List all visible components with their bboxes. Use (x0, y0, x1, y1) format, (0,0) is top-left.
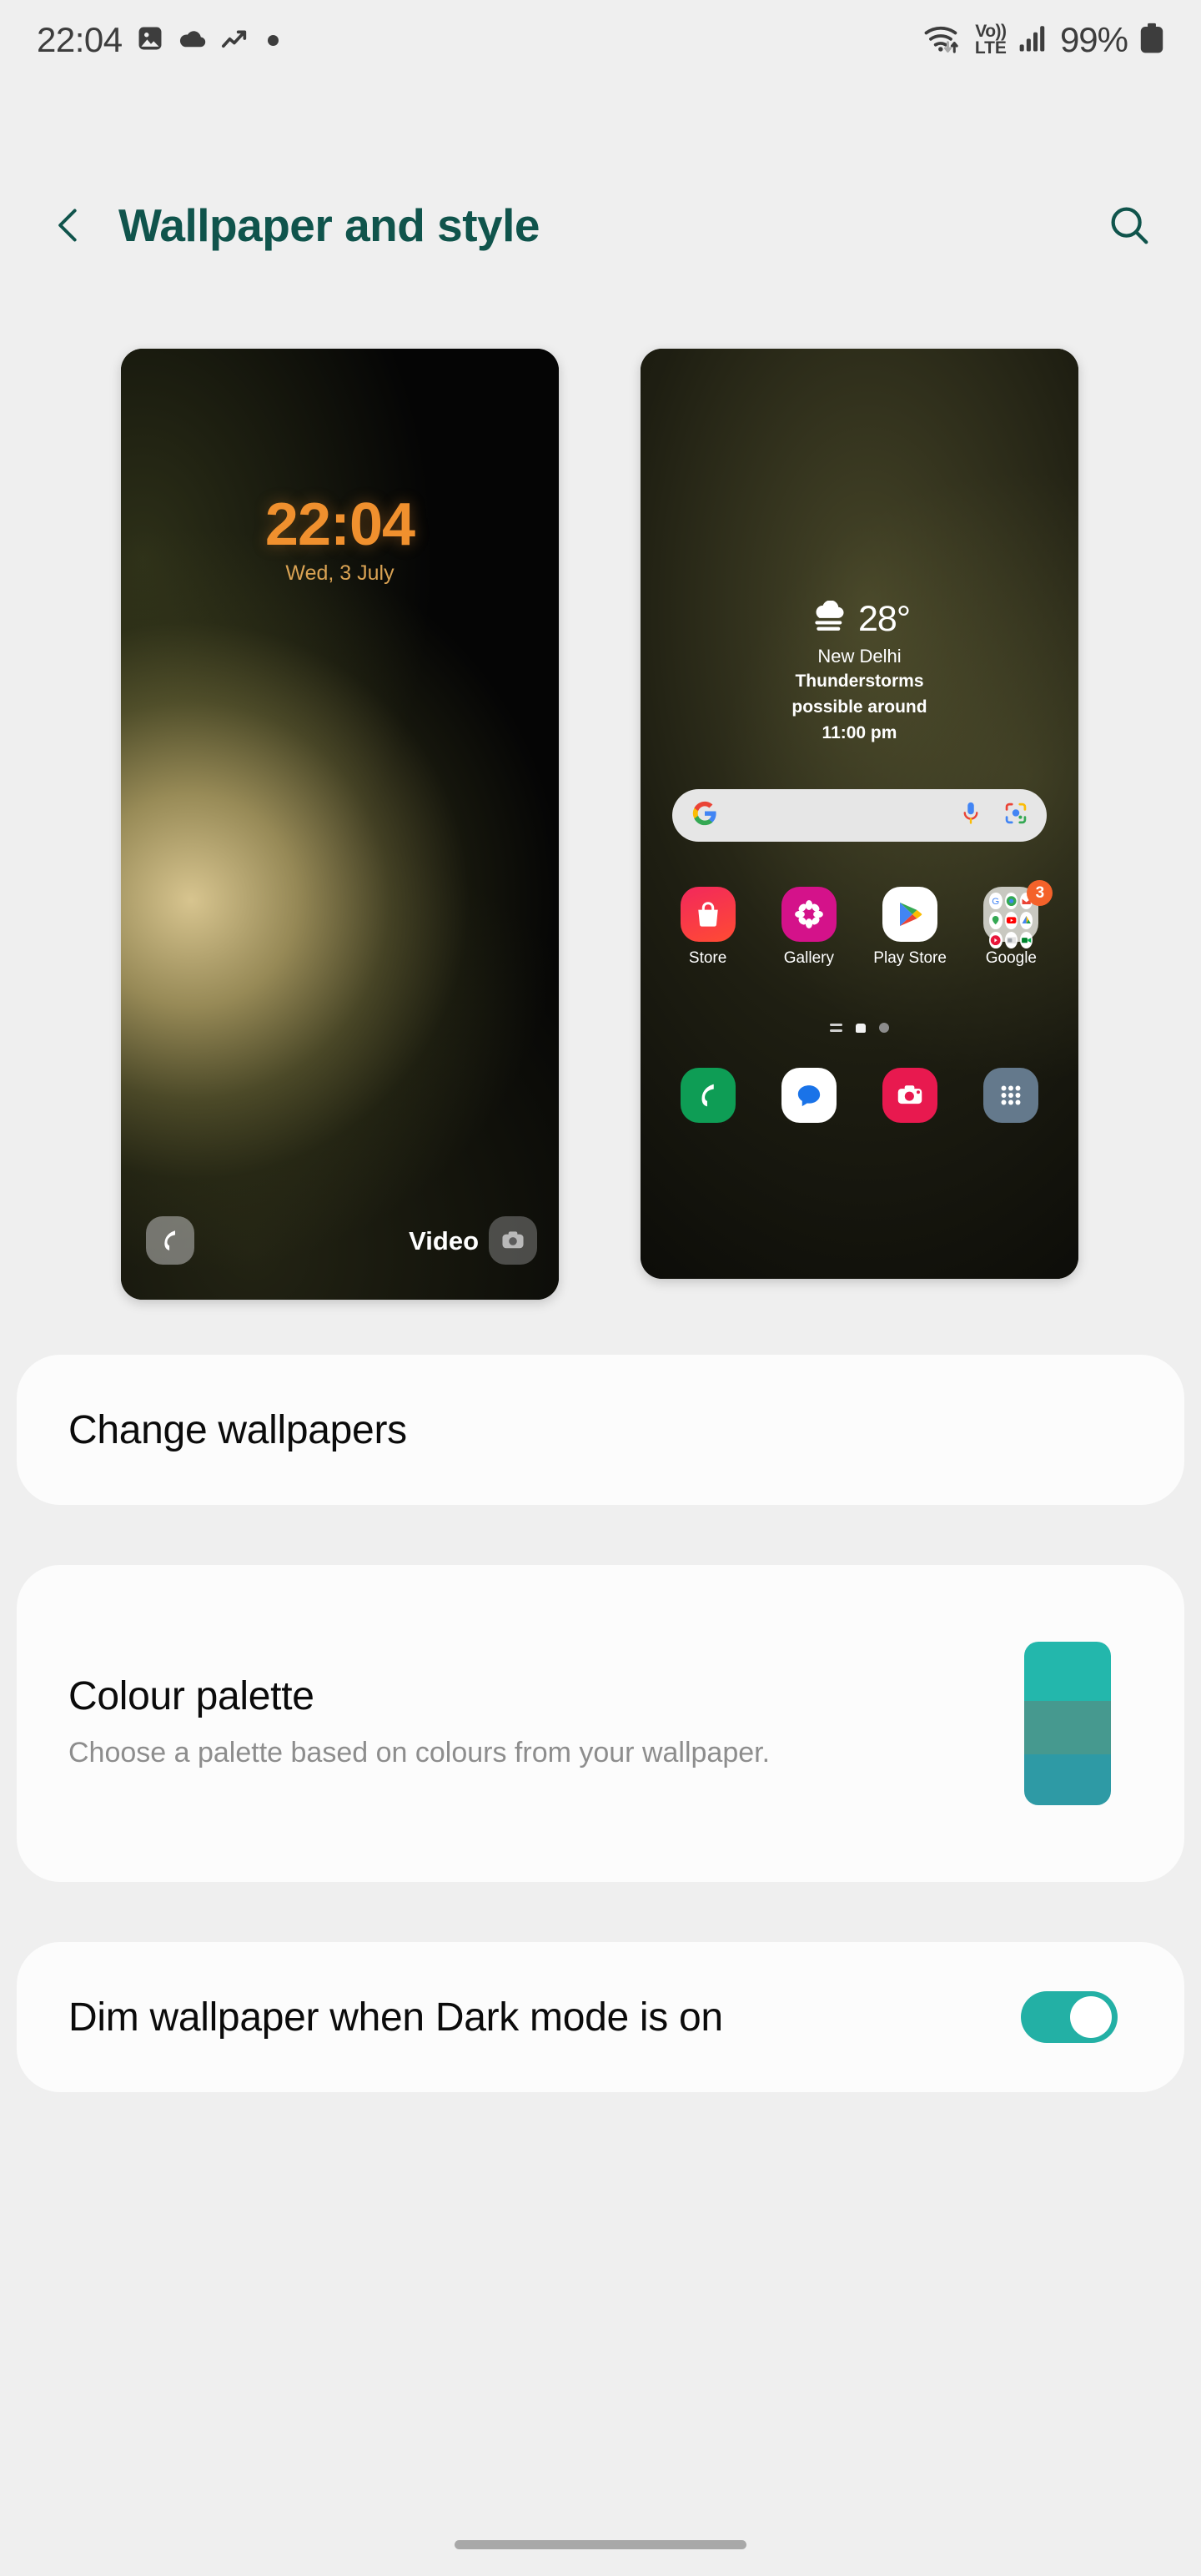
status-bar: 22:04 Vo)) LTE 99% (0, 0, 1201, 80)
app-icon-store[interactable]: Store (668, 887, 748, 968)
dock-icon-phone[interactable] (668, 1068, 748, 1123)
app-header: Wallpaper and style (0, 175, 1201, 275)
setting-dim-wallpaper[interactable]: Dim wallpaper when Dark mode is on (17, 1942, 1184, 2092)
battery-full-icon (1139, 23, 1164, 58)
signal-bars-icon (1018, 23, 1048, 58)
setting-change-wallpapers[interactable]: Change wallpapers (17, 1355, 1184, 1505)
dim-wallpaper-toggle[interactable] (1021, 1991, 1118, 2043)
app-label: Gallery (783, 949, 834, 967)
microphone-icon[interactable] (960, 801, 982, 830)
camera-icon (882, 1068, 938, 1123)
weather-temperature: 28° (857, 599, 911, 639)
phone-icon[interactable] (146, 1216, 194, 1265)
weather-city: New Delhi (817, 646, 902, 667)
cloud-fog-icon (809, 600, 851, 638)
camera-icon[interactable] (489, 1216, 537, 1265)
dock-icon-app-drawer[interactable] (971, 1068, 1051, 1123)
weather-description-line2: possible around (791, 697, 927, 717)
home-screen-preview[interactable]: 28° New Delhi Thunderstorms possible aro… (641, 349, 1078, 1279)
volte-icon: Vo)) LTE (975, 23, 1007, 57)
google-lens-icon[interactable] (1003, 801, 1028, 830)
volte-bottom-label: LTE (974, 38, 1007, 58)
dock-icon-camera[interactable] (870, 1068, 950, 1123)
app-icon-gallery[interactable]: Gallery (769, 887, 849, 968)
google-g-icon (691, 799, 719, 832)
app-drawer-icon (983, 1068, 1039, 1123)
setting-title: Colour palette (68, 1674, 314, 1719)
page-indicators[interactable] (641, 1023, 1078, 1033)
swatch-band-3 (1024, 1754, 1111, 1805)
wifi-icon (923, 22, 963, 59)
app-folder-google[interactable]: 3 G Google (971, 880, 1053, 968)
home-dock (657, 1068, 1062, 1123)
app-icon-play-store[interactable]: Play Store (870, 887, 950, 968)
home-dot-icon[interactable] (856, 1023, 866, 1033)
app-label: Google (985, 949, 1038, 967)
setting-title: Change wallpapers (68, 1407, 407, 1452)
folder-badge: 3 (1027, 880, 1053, 906)
weather-widget[interactable]: 28° New Delhi Thunderstorms possible aro… (641, 599, 1078, 745)
lock-clock: 22:04 (264, 491, 415, 558)
store-bag-icon (680, 887, 736, 942)
swatch-band-1 (1024, 1642, 1111, 1701)
weather-description-line1: Thunderstorms (795, 672, 924, 691)
gallery-flower-icon (781, 887, 837, 942)
toggle-knob (1070, 1996, 1112, 2038)
setting-title: Dim wallpaper when Dark mode is on (68, 1995, 723, 2040)
setting-colour-palette[interactable]: Colour palette Choose a palette based on… (17, 1565, 1184, 1882)
trending-up-icon (221, 25, 249, 56)
home-app-row: Store Gallery Play Store 3 G Google (657, 880, 1062, 968)
volte-top-label: Vo)) (975, 22, 1007, 42)
gesture-nav-bar (0, 2513, 1201, 2576)
status-bar-right: Vo)) LTE 99% (923, 20, 1164, 60)
widgets-lines-icon[interactable] (830, 1024, 842, 1032)
gesture-nav-pill[interactable] (455, 2539, 746, 2549)
phone-icon (680, 1068, 736, 1123)
page-dot-icon[interactable] (879, 1023, 889, 1033)
app-label: Play Store (873, 949, 947, 967)
app-label: Store (688, 949, 727, 967)
cloud-icon (178, 24, 208, 57)
google-search-bar[interactable] (672, 789, 1047, 842)
wallpaper-previews: 22:04 Wed, 3 July Video 28° New Delhi Th… (0, 349, 1201, 1300)
status-bar-left: 22:04 (37, 20, 279, 60)
status-bar-clock: 22:04 (37, 20, 123, 59)
weather-description-line3: 11:00 pm (822, 722, 897, 742)
play-store-icon (882, 887, 938, 942)
weather-header: 28° (641, 599, 1078, 640)
messages-icon (781, 1068, 837, 1123)
svg-text:G: G (992, 897, 1000, 907)
battery-percentage: 99% (1059, 20, 1128, 59)
dock-icon-messages[interactable] (769, 1068, 849, 1123)
image-icon (136, 24, 164, 57)
back-button[interactable] (38, 194, 100, 256)
lock-date: Wed, 3 July (285, 561, 394, 585)
lock-video-label: Video (409, 1226, 479, 1255)
search-icon[interactable] (1096, 192, 1163, 259)
swatch-band-2 (1024, 1700, 1111, 1755)
lock-screen-preview[interactable]: 22:04 Wed, 3 July Video (121, 349, 559, 1300)
page-title: Wallpaper and style (118, 199, 540, 251)
colour-palette-swatch[interactable] (1024, 1642, 1111, 1805)
dot-icon (267, 34, 279, 46)
setting-subtitle: Choose a palette based on colours from y… (68, 1737, 771, 1769)
